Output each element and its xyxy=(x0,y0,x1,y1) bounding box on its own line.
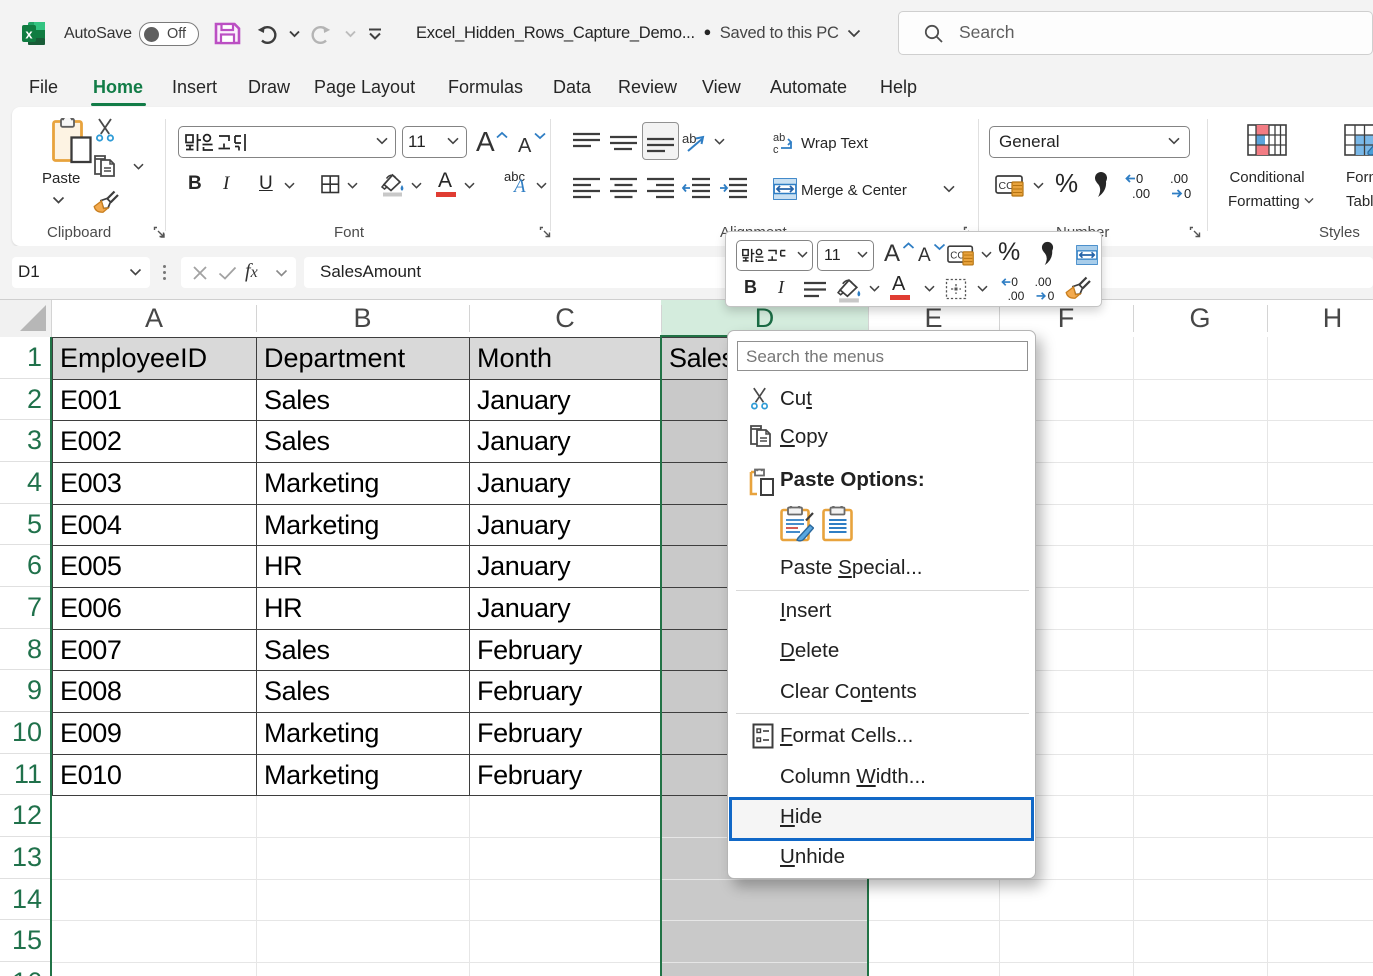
svg-text:.00: .00 xyxy=(1170,172,1188,186)
svg-text:0: 0 xyxy=(1136,172,1143,186)
svg-text:ab: ab xyxy=(682,131,696,146)
svg-text:CC: CC xyxy=(950,250,964,261)
svg-text:.00: .00 xyxy=(1132,186,1150,200)
svg-text:0: 0 xyxy=(1048,289,1055,302)
svg-text:x: x xyxy=(25,27,33,42)
svg-text:.00: .00 xyxy=(1035,276,1052,289)
svg-text:0: 0 xyxy=(1184,186,1191,200)
svg-text:0: 0 xyxy=(1011,276,1018,289)
svg-text:c: c xyxy=(773,144,779,155)
svg-text:ab: ab xyxy=(773,132,785,144)
svg-text:.00: .00 xyxy=(1008,289,1025,302)
